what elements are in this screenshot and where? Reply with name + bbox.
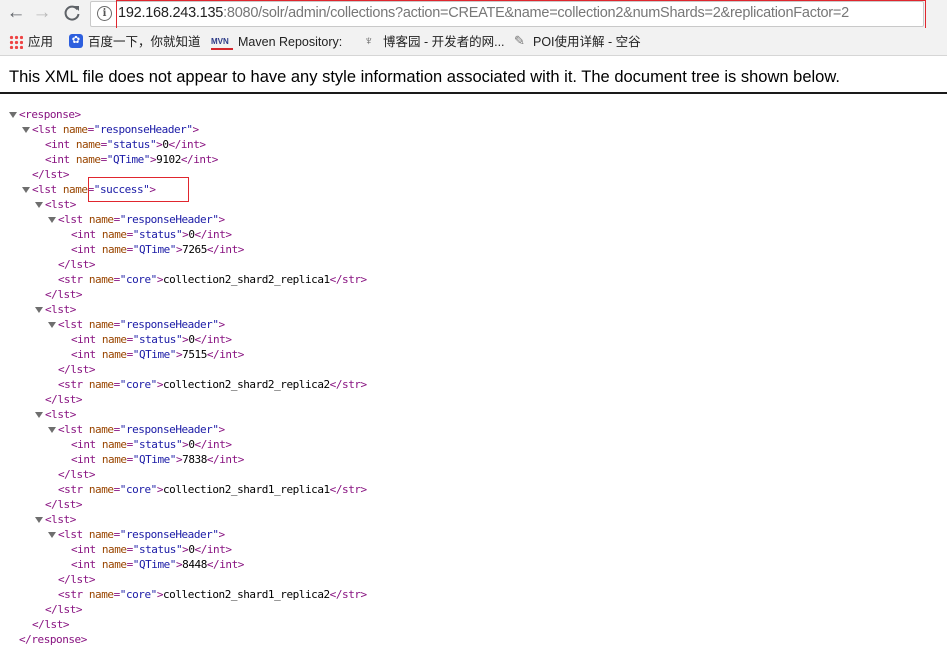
maven-icon: MVN (211, 36, 233, 50)
xml-int-line: <int name="QTime">7515</int> (71, 348, 244, 361)
xml-int-line: <int name="status">0</int> (45, 138, 206, 151)
xml-lst-close: </lst> (58, 258, 96, 271)
xml-lst-open: <lst name="responseHeader"> (58, 423, 225, 436)
collapse-triangle-icon[interactable] (48, 427, 56, 433)
xml-lst-close: </lst> (45, 498, 83, 511)
xml-int-line: <int name="QTime">9102</int> (45, 153, 218, 166)
xml-lst-open: <lst name="responseHeader"> (58, 213, 225, 226)
url-host: 192.168.243.135 (118, 5, 224, 21)
notice-divider (0, 92, 947, 94)
xml-int-line: <int name="status">0</int> (71, 333, 232, 346)
url-text[interactable]: 192.168.243.135:8080/solr/admin/collecti… (118, 4, 849, 23)
xml-int-line: <int name="status">0</int> (71, 438, 232, 451)
xml-str-core-line: <str name="core">collection2_shard2_repl… (58, 273, 367, 286)
collapse-triangle-icon[interactable] (48, 217, 56, 223)
xml-lst-open: <lst> (45, 303, 76, 316)
xml-lst-close: </lst> (45, 393, 83, 406)
xml-str-core-line: <str name="core">collection2_shard1_repl… (58, 483, 367, 496)
cnblogs-icon: ♆ (364, 33, 374, 48)
browser-toolbar: ← → i 192.168.243.135:8080/solr/admin/co… (0, 0, 947, 34)
xml-style-notice: This XML file does not appear to have an… (9, 68, 840, 86)
bookmark-label: POI使用详解 - 空谷 (533, 35, 641, 49)
xml-lst-close: </lst> (58, 573, 96, 586)
xml-lst-close: </lst> (45, 288, 83, 301)
xml-int-line: <int name="status">0</int> (71, 228, 232, 241)
xml-int-line: <int name="QTime">7838</int> (71, 453, 244, 466)
collapse-triangle-icon[interactable] (48, 322, 56, 328)
bookmarks-bar: 应用 ✿ 百度一下，你就知道 MVN Maven Repository: ♆ 博客园 … (0, 28, 947, 56)
bookmark-baidu[interactable]: ✿ 百度一下，你就知道 (69, 34, 201, 50)
url-path: :8080/solr/admin/collections?action=CREA… (223, 5, 849, 21)
collapse-triangle-icon[interactable] (35, 412, 43, 418)
address-bar[interactable]: i 192.168.243.135:8080/solr/admin/collec… (90, 1, 924, 27)
xml-str-core-line: <str name="core">collection2_shard2_repl… (58, 378, 367, 391)
collapse-triangle-icon[interactable] (9, 112, 17, 118)
success-highlight-box (88, 177, 189, 202)
xml-int-line: <int name="QTime">8448</int> (71, 558, 244, 571)
xml-lst-open: <lst name="responseHeader"> (58, 528, 225, 541)
xml-lst-close: </lst> (32, 618, 70, 631)
forward-arrow-icon[interactable]: → (30, 2, 54, 24)
bookmark-apps[interactable]: 应用 (9, 34, 53, 50)
bookmark-label: 百度一下，你就知道 (88, 35, 201, 49)
bookmark-label: Maven Repository: (238, 35, 343, 49)
bookmark-maven[interactable]: MVN Maven Repository: (211, 34, 342, 50)
xml-int-line: <int name="QTime">7265</int> (71, 243, 244, 256)
collapse-triangle-icon[interactable] (22, 127, 30, 133)
bookmark-cnblogs[interactable]: ♆ 博客园 - 开发者的网... (364, 34, 505, 50)
xml-response-close: </response> (19, 633, 87, 646)
baidu-paw-icon: ✿ (69, 34, 83, 48)
collapse-triangle-icon[interactable] (35, 307, 43, 313)
page-icon: ✎ (514, 33, 525, 48)
reload-icon[interactable] (60, 2, 84, 24)
collapse-triangle-icon[interactable] (22, 187, 30, 193)
info-icon[interactable]: i (97, 6, 112, 21)
collapse-triangle-icon[interactable] (48, 532, 56, 538)
bookmark-label: 应用 (28, 35, 54, 49)
apps-grid-icon (9, 35, 23, 49)
xml-int-line: <int name="status">0</int> (71, 543, 232, 556)
xml-lst-open: <lst> (45, 408, 76, 421)
xml-lst-open: <lst> (45, 198, 76, 211)
xml-response-open: <response> (19, 108, 81, 121)
xml-lst-close: </lst> (58, 468, 96, 481)
xml-lst-open: <lst name="responseHeader"> (58, 318, 225, 331)
xml-lst-close: </lst> (45, 603, 83, 616)
xml-lst-open: <lst name="responseHeader"> (32, 123, 199, 136)
xml-lst-close: </lst> (32, 168, 70, 181)
bookmark-poi[interactable]: ✎ POI使用详解 - 空谷 (514, 34, 641, 50)
xml-str-core-line: <str name="core">collection2_shard1_repl… (58, 588, 367, 601)
xml-lst-close: </lst> (58, 363, 96, 376)
xml-lst-open: <lst> (45, 513, 76, 526)
collapse-triangle-icon[interactable] (35, 517, 43, 523)
bookmark-label: 博客园 - 开发者的网... (383, 35, 505, 49)
collapse-triangle-icon[interactable] (35, 202, 43, 208)
back-arrow-icon[interactable]: ← (4, 2, 28, 24)
